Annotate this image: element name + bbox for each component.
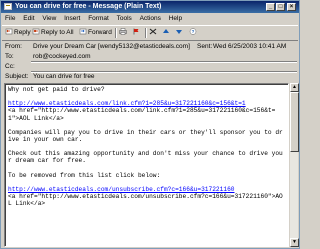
body-paragraph: http://www.etasticdeals.com/link.cfm?1=2…	[8, 100, 285, 122]
vertical-scrollbar[interactable]: ▲ ▼	[289, 83, 299, 247]
delete-icon	[149, 28, 157, 35]
arrow-up-icon	[163, 28, 169, 33]
to-label: To:	[5, 53, 14, 60]
forward-label: Forward	[88, 29, 112, 36]
scroll-thumb[interactable]	[290, 92, 299, 152]
message-window: You can drive for free - Message (Plain …	[0, 0, 300, 249]
window-title: You can drive for free - Message (Plain …	[15, 3, 162, 10]
reply-button[interactable]: Reply	[5, 27, 31, 39]
from-row: From: Drive your Dream Car [wendy5132@et…	[1, 42, 299, 51]
menu-view[interactable]: View	[42, 15, 56, 22]
message-header: From: Drive your Dream Car [wendy5132@et…	[1, 41, 299, 81]
forward-icon	[79, 28, 87, 35]
menu-tools[interactable]: Tools	[117, 15, 132, 22]
toolbar-separator	[115, 28, 117, 38]
print-button[interactable]	[119, 27, 128, 39]
previous-item-button[interactable]	[162, 27, 171, 39]
from-label: From:	[5, 43, 22, 50]
menu-bar: File Edit View Insert Format Tools Actio…	[1, 14, 299, 24]
reply-all-icon	[32, 28, 40, 35]
svg-text:?: ?	[192, 29, 195, 34]
delete-button[interactable]	[149, 27, 158, 39]
body-paragraph: Check out this amazing opportunity and d…	[8, 150, 283, 165]
flag-button[interactable]	[132, 27, 141, 39]
reply-label: Reply	[14, 29, 31, 36]
sent-label: Sent:	[197, 43, 213, 50]
minimize-button[interactable]: _	[266, 3, 275, 11]
aol-unsubscribe-html: <a href="http://www.etasticdeals.com/uns…	[8, 193, 283, 208]
subject-label: Subject:	[5, 73, 29, 80]
aol-link-html: <a href="http://www.etasticdeals.com/lin…	[8, 107, 276, 122]
sent-value: Wed 6/25/2003 10:41 AM	[213, 43, 287, 50]
next-item-button[interactable]	[175, 27, 184, 39]
help-icon: ?	[189, 28, 197, 35]
arrow-down-icon	[176, 29, 182, 34]
reply-icon	[5, 28, 13, 35]
from-value[interactable]: Drive your Dream Car [wendy5132@etasticd…	[33, 42, 190, 51]
scroll-up-button[interactable]: ▲	[290, 83, 299, 92]
to-row: To: rob@cockeyed.com	[1, 52, 299, 61]
menu-help[interactable]: Help	[169, 15, 182, 22]
help-button[interactable]: ?	[189, 27, 198, 39]
title-bar[interactable]: You can drive for free - Message (Plain …	[1, 1, 299, 13]
subject-row: Subject: You can drive for free	[1, 72, 299, 81]
to-value[interactable]: rob@cockeyed.com	[33, 52, 91, 61]
flag-icon	[133, 28, 139, 35]
drive-link[interactable]: http://www.etasticdeals.com/link.cfm?1=2…	[8, 100, 246, 107]
body-paragraph: Companies will pay you to drive in their…	[8, 128, 283, 144]
printer-icon	[119, 28, 127, 35]
menu-insert[interactable]: Insert	[64, 15, 80, 22]
message-body[interactable]: Why not get paid to drive? http://www.et…	[4, 83, 289, 247]
reply-all-button[interactable]: Reply to All	[32, 27, 74, 39]
subject-value: You can drive for free	[33, 73, 95, 80]
forward-button[interactable]: Forward	[79, 27, 112, 39]
scroll-down-button[interactable]: ▼	[290, 238, 299, 247]
menu-file[interactable]: File	[5, 15, 15, 22]
menu-edit[interactable]: Edit	[23, 15, 34, 22]
reply-all-label: Reply to All	[41, 29, 74, 36]
close-button[interactable]: ×	[287, 3, 296, 11]
cc-row: Cc:	[1, 62, 299, 71]
body-paragraph: http://www.etasticdeals.com/unsubscribe.…	[8, 186, 285, 208]
cc-label: Cc:	[5, 63, 15, 70]
body-paragraph: Why not get paid to drive?	[8, 86, 105, 93]
envelope-icon	[4, 3, 12, 10]
body-paragraph: To be removed from this list click below…	[8, 171, 161, 179]
menu-format[interactable]: Format	[88, 15, 109, 22]
menu-actions[interactable]: Actions	[140, 15, 161, 22]
toolbar: Reply Reply to All Forward ?	[2, 25, 298, 41]
toolbar-separator	[145, 28, 147, 38]
unsubscribe-link[interactable]: http://www.etasticdeals.com/unsubscribe.…	[8, 186, 235, 193]
maximize-button[interactable]: □	[276, 3, 285, 11]
